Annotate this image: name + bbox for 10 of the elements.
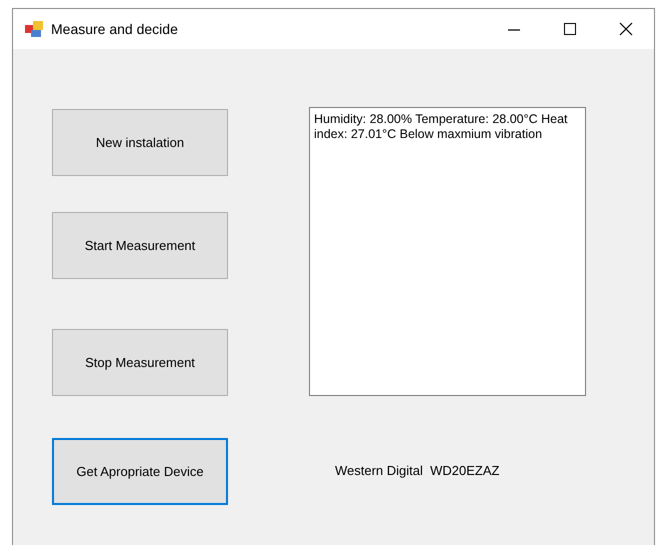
result-label: Western Digital WD20EZAZ bbox=[335, 463, 500, 478]
action-button[interactable]: Get Apropriate Device bbox=[52, 438, 228, 505]
close-icon[interactable] bbox=[619, 22, 633, 36]
output-text-box[interactable]: Humidity: 28.00% Temperature: 28.00°C Heat index: 27.01°C Below maxmium vibration bbox=[309, 107, 586, 396]
action-button[interactable]: Stop Measurement bbox=[52, 329, 228, 396]
window-title: Measure and decide bbox=[51, 21, 179, 37]
action-button[interactable]: New instalation bbox=[52, 109, 228, 176]
action-button[interactable]: Start Measurement bbox=[52, 212, 228, 279]
maximize-icon[interactable] bbox=[563, 22, 577, 36]
app-icon bbox=[25, 21, 43, 37]
